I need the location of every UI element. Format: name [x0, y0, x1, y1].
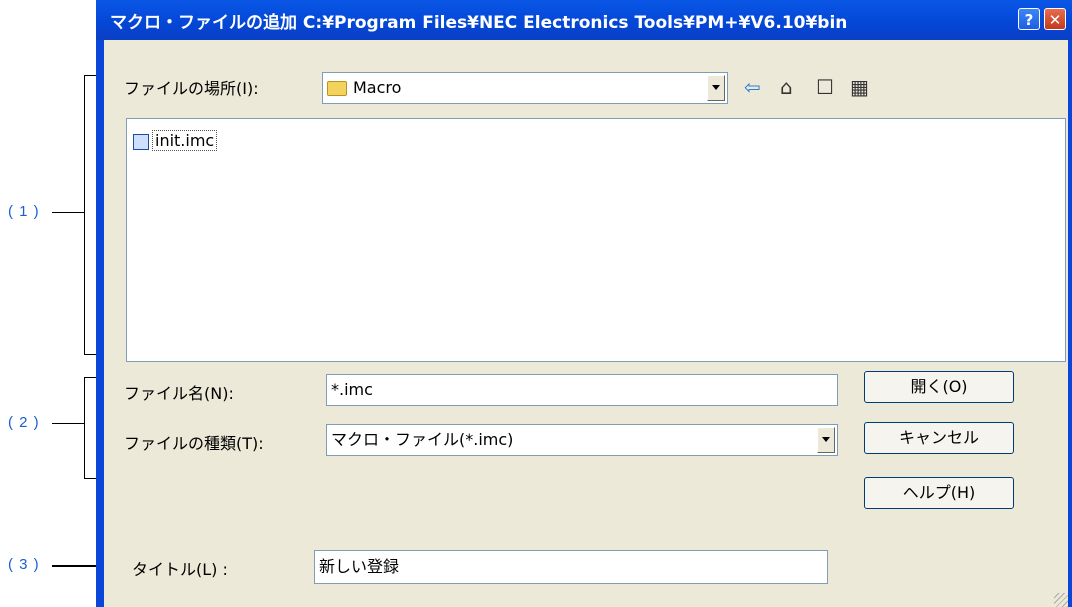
callout-2: ( 2 ): [8, 414, 40, 431]
filetype-label: ファイルの種類(T):: [124, 434, 264, 453]
filename-label: ファイル名(N):: [124, 384, 234, 403]
bracket-1-vertical: [84, 75, 85, 355]
filetype-value: マクロ・ファイル(*.imc): [331, 430, 514, 449]
file-name: init.imc: [152, 130, 218, 151]
open-button[interactable]: 開く(O): [864, 371, 1014, 403]
file-list[interactable]: init.imc: [126, 118, 1066, 362]
cancel-button[interactable]: キャンセル: [864, 422, 1014, 454]
title-label: タイトル(L) :: [132, 560, 228, 579]
location-label: ファイルの場所(I):: [124, 79, 259, 98]
filetype-dropdown-arrow[interactable]: [817, 427, 835, 453]
callout-3: ( 3 ): [8, 556, 40, 573]
location-combo[interactable]: Macro: [322, 72, 728, 104]
file-dialog-window: マクロ・ファイルの追加 C:¥Program Files¥NEC Electro…: [96, 0, 1072, 607]
dialog-client-area: ファイルの場所(I): Macro ⇦ ⌂ ☐ ▦ init.imc ファイル名…: [104, 40, 1068, 607]
bracket-2-pointer: [52, 423, 84, 424]
title-bar[interactable]: マクロ・ファイルの追加 C:¥Program Files¥NEC Electro…: [96, 0, 1072, 40]
back-icon[interactable]: ⇦: [744, 76, 761, 98]
bracket-1-pointer: [52, 212, 84, 213]
folder-icon: [327, 81, 347, 96]
macro-file-icon: [133, 133, 149, 150]
filename-input[interactable]: *.imc: [326, 374, 838, 406]
location-dropdown-arrow[interactable]: [707, 75, 725, 101]
help-button[interactable]: ヘルプ(H): [864, 477, 1014, 509]
location-value: Macro: [353, 78, 402, 97]
callout-1: ( 1 ): [8, 203, 40, 220]
close-title-button[interactable]: ✕: [1044, 8, 1066, 30]
window-title: マクロ・ファイルの追加 C:¥Program Files¥NEC Electro…: [110, 13, 848, 33]
up-folder-icon[interactable]: ⌂: [780, 76, 793, 98]
file-item[interactable]: init.imc: [133, 130, 218, 151]
filetype-combo[interactable]: マクロ・ファイル(*.imc): [326, 424, 838, 456]
view-menu-icon[interactable]: ▦: [850, 76, 869, 98]
resize-grip[interactable]: [1054, 593, 1068, 607]
bracket-2-vertical: [84, 377, 85, 479]
help-title-button[interactable]: ?: [1018, 8, 1040, 30]
title-input[interactable]: 新しい登録: [314, 550, 828, 584]
new-folder-icon[interactable]: ☐: [816, 76, 834, 98]
